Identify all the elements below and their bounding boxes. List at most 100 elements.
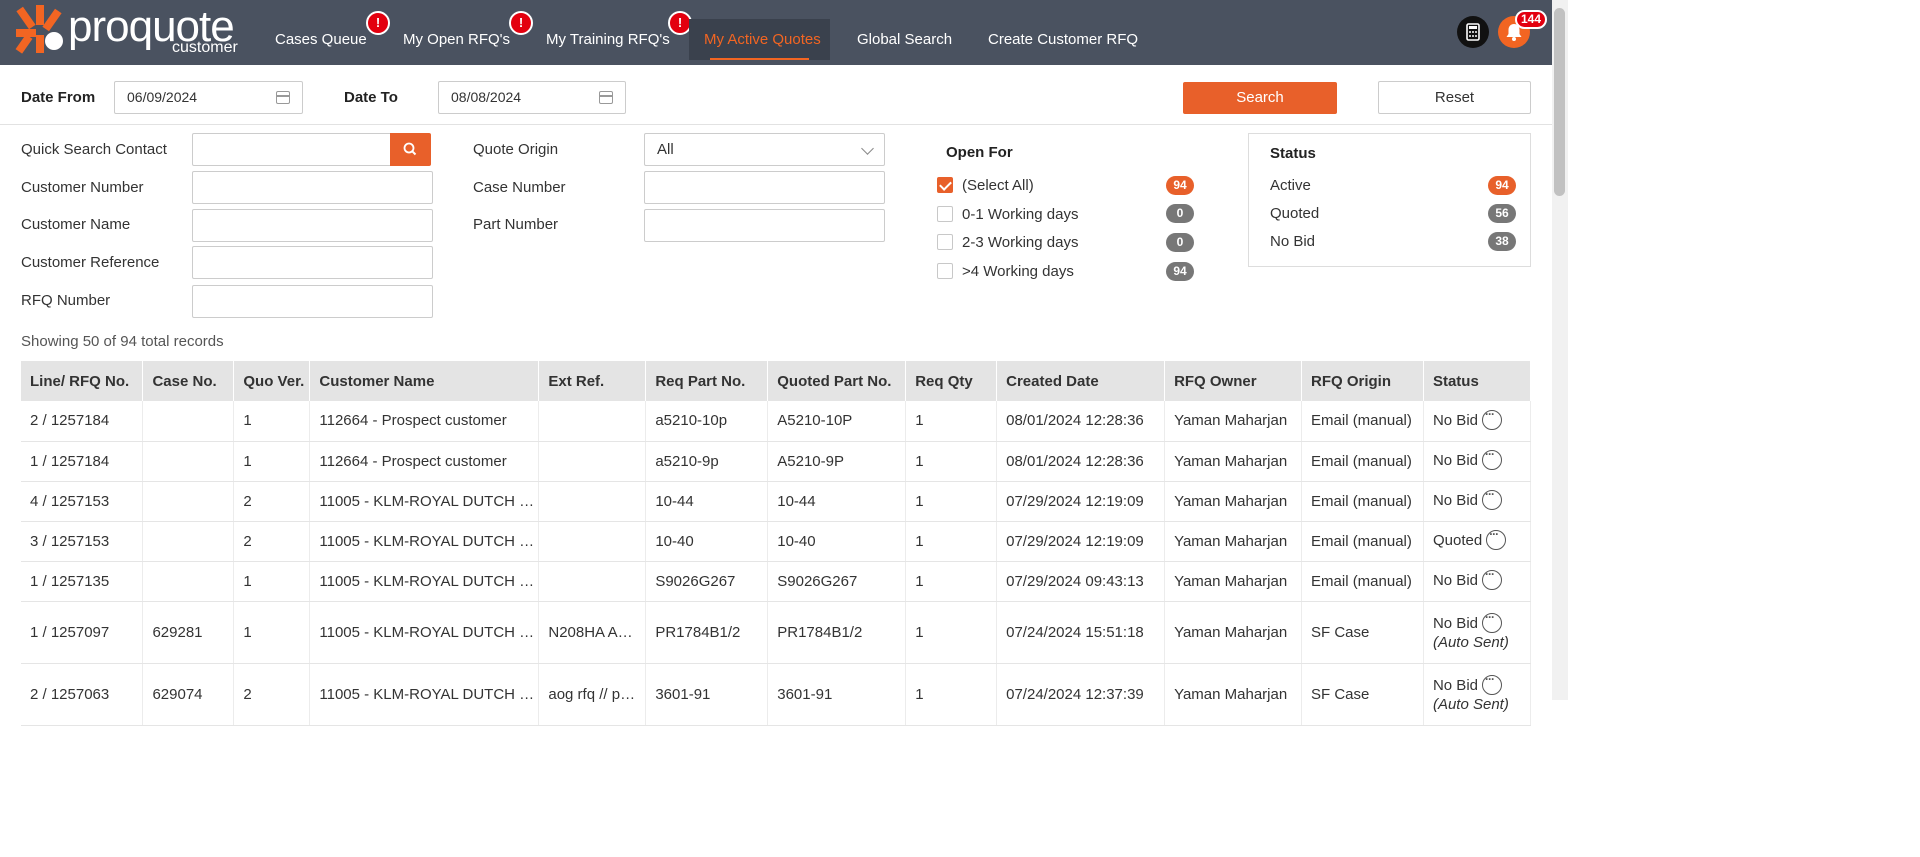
table-cell: PR1784B1/2	[645, 601, 769, 664]
cell-text: Email (manual)	[1311, 452, 1412, 470]
quick-search-contact-input[interactable]	[192, 133, 391, 166]
working-days-4-plus-checkbox[interactable]	[937, 263, 953, 279]
cell-text: 07/29/2024 12:19:09	[1006, 532, 1144, 550]
table-row[interactable]: 4 / 1257153 2 11005 - KLM-ROYAL DUTCH … 10-…	[21, 481, 1532, 522]
column-header[interactable]: Quoted Part No.	[767, 361, 907, 401]
case-number-input[interactable]	[644, 171, 885, 204]
cell-text: 1 / 1257097	[30, 623, 110, 641]
cell-text: 1 / 1257184	[30, 452, 110, 470]
table-row[interactable]: 2 / 1257063 629074 2 11005 - KLM-ROYAL DUTC…	[21, 663, 1532, 726]
nav-cases-queue[interactable]: Cases Queue	[275, 19, 367, 60]
calculator-icon[interactable]	[1457, 16, 1489, 48]
table-cell: 2	[233, 481, 311, 522]
table-cell: 07/24/2024 15:51:18	[996, 601, 1166, 664]
proquote-logo[interactable]: proquote customer	[14, 5, 244, 57]
quote-origin-select[interactable]: All	[644, 133, 885, 166]
comment-icon[interactable]	[1482, 567, 1502, 590]
reset-button[interactable]: Reset	[1378, 81, 1531, 114]
open-for-option-label: (Select All)	[962, 177, 1034, 194]
table-cell: 2	[233, 663, 311, 726]
nav-label: Global Search	[857, 31, 953, 48]
customer-number-input[interactable]	[192, 171, 433, 204]
cell-text: 07/29/2024 09:43:13	[1006, 572, 1144, 590]
column-header[interactable]: Customer Name	[309, 361, 540, 401]
quick-search-button[interactable]	[390, 133, 431, 166]
table-cell: A5210-9P	[767, 441, 907, 482]
date-from-input[interactable]: 06/09/2024	[114, 81, 303, 114]
cell-text: 1 / 1257135	[30, 572, 110, 590]
auto-sent-note: (Auto Sent)	[1432, 633, 1509, 651]
table-cell: Email (manual)	[1301, 521, 1424, 562]
select-all-checkbox[interactable]	[937, 177, 953, 193]
comment-icon[interactable]	[1482, 447, 1502, 470]
comment-icon[interactable]	[1486, 527, 1507, 550]
table-cell: No Bid(Auto Sent)	[1423, 601, 1532, 664]
cell-text: a5210-10p	[655, 412, 728, 430]
column-header[interactable]: Created Date	[996, 361, 1166, 401]
column-header[interactable]: RFQ Owner	[1164, 361, 1303, 401]
cell-text: 3601-91	[655, 685, 711, 703]
part-number-input[interactable]	[644, 209, 885, 242]
cell-text: 1	[243, 452, 252, 470]
part-number-label: Part Number	[473, 216, 559, 233]
customer-reference-label: Customer Reference	[21, 254, 160, 271]
table-cell: 1	[233, 441, 311, 482]
nav-create-customer-rfq[interactable]: Create Customer RFQ	[988, 19, 1138, 60]
column-header[interactable]: Line/ RFQ No.	[21, 361, 144, 401]
cell-text: 11005 - KLM-ROYAL DUTCH …	[319, 572, 535, 590]
table-row[interactable]: 1 / 1257184 1 112664 - Prospect customer a5…	[21, 441, 1532, 482]
column-header[interactable]: Status	[1423, 361, 1532, 401]
column-header[interactable]: Ext Ref.	[538, 361, 647, 401]
column-header[interactable]: RFQ Origin	[1301, 361, 1424, 401]
nav-my-training-rfqs[interactable]: My Training RFQ's	[546, 19, 670, 60]
comment-icon[interactable]	[1482, 407, 1502, 430]
table-cell: Email (manual)	[1301, 481, 1424, 522]
column-header[interactable]: Quo Ver.	[233, 361, 311, 401]
comment-icon[interactable]	[1482, 672, 1502, 695]
table-cell: 10-44	[645, 481, 769, 522]
date-to-label: Date To	[344, 89, 398, 106]
table-cell	[538, 401, 647, 442]
table-cell: Yaman Maharjan	[1164, 521, 1303, 562]
cell-text: 11005 - KLM-ROYAL DUTCH …	[319, 685, 535, 703]
column-header[interactable]: Req Part No.	[645, 361, 769, 401]
working-days-0-1-checkbox[interactable]	[937, 206, 953, 222]
cell-text: 1	[915, 685, 924, 703]
case-number-label: Case Number	[473, 179, 566, 196]
working-days-2-3-checkbox[interactable]	[937, 234, 953, 250]
cell-text: 2	[243, 685, 252, 703]
table-row[interactable]: 2 / 1257184 1 112664 - Prospect customer a5…	[21, 401, 1532, 442]
scrollbar-thumb[interactable]	[1554, 8, 1565, 196]
count-badge: 0	[1166, 204, 1194, 223]
status-quoted-label[interactable]: Quoted	[1270, 205, 1319, 222]
comment-icon[interactable]	[1482, 487, 1502, 510]
calculator-glyph-icon	[1466, 23, 1480, 41]
customer-reference-input[interactable]	[192, 246, 433, 279]
table-row[interactable]: 1 / 1257097 629281 1 11005 - KLM-ROYAL DUTC…	[21, 601, 1532, 664]
customer-name-input[interactable]	[192, 209, 433, 242]
top-nav-bar: proquote customer Cases Queue ! My Open …	[0, 0, 1552, 65]
table-cell: N208HA A…	[538, 601, 647, 664]
status-active-label[interactable]: Active	[1270, 177, 1311, 194]
cell-text: 10-44	[655, 492, 694, 510]
search-icon	[403, 142, 417, 156]
column-header[interactable]: Req Qty	[905, 361, 998, 401]
table-cell: Email (manual)	[1301, 561, 1424, 602]
nav-my-active-quotes[interactable]: My Active Quotes	[689, 19, 830, 60]
column-header[interactable]: Case No.	[142, 361, 235, 401]
brand-subtitle: customer	[172, 39, 238, 56]
date-to-input[interactable]: 08/08/2024	[438, 81, 626, 114]
cell-text: 1	[243, 572, 252, 590]
cell-text: 1	[915, 452, 924, 470]
rfq-number-input[interactable]	[192, 285, 433, 318]
nav-my-open-rfqs[interactable]: My Open RFQ's	[403, 19, 510, 60]
calendar-icon[interactable]	[599, 91, 613, 104]
calendar-icon[interactable]	[276, 91, 290, 104]
search-button[interactable]: Search	[1183, 82, 1337, 114]
table-row[interactable]: 1 / 1257135 1 11005 - KLM-ROYAL DUTCH … S90…	[21, 561, 1532, 602]
nav-global-search[interactable]: Global Search	[857, 19, 952, 60]
table-row[interactable]: 3 / 1257153 2 11005 - KLM-ROYAL DUTCH … 10-…	[21, 521, 1532, 562]
status-no-bid-label[interactable]: No Bid	[1270, 233, 1315, 250]
table-cell	[142, 521, 235, 562]
comment-icon[interactable]	[1482, 610, 1502, 633]
